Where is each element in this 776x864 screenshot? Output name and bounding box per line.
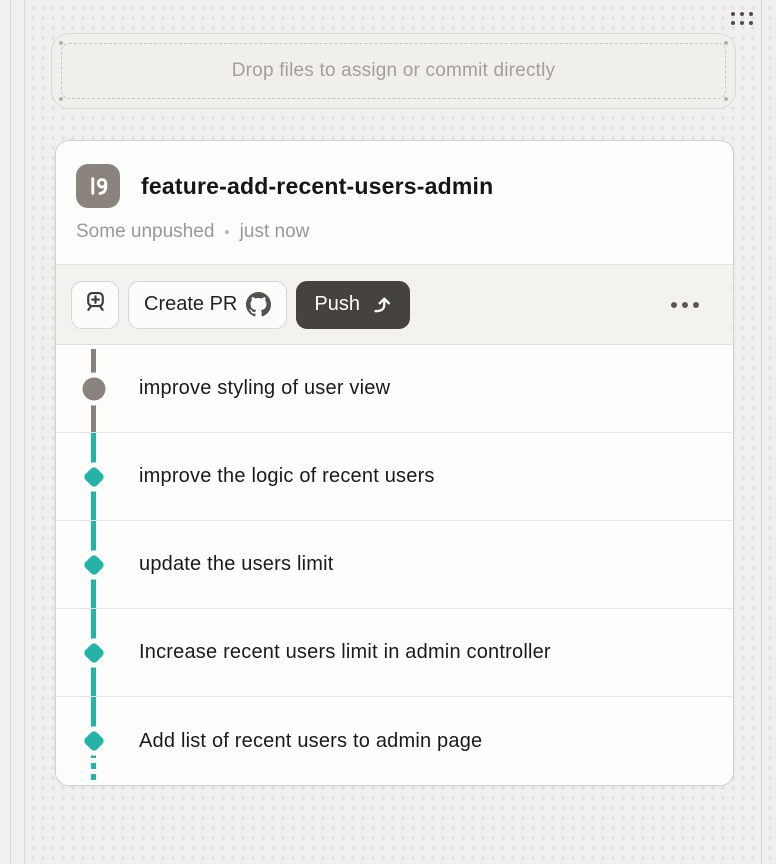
ellipsis-icon [671, 302, 699, 308]
meta-separator: • [224, 224, 229, 241]
drop-zone[interactable]: Drop files to assign or commit directly [51, 33, 736, 109]
drop-zone-label: Drop files to assign or commit directly [232, 60, 556, 82]
drop-zone-dashed-area: Drop files to assign or commit directly [61, 43, 726, 99]
push-status-text: Some unpushed [76, 221, 214, 243]
last-commit-time: just now [240, 221, 310, 243]
branch-toolbar: Create PR Push [56, 264, 733, 345]
pushed-commit-diamond-icon [82, 465, 105, 488]
corner-dot [724, 41, 728, 45]
adjacent-lane-edge [762, 0, 773, 864]
branch-lane: Drop files to assign or commit directly … [25, 0, 762, 864]
push-button[interactable]: Push [296, 281, 410, 329]
drag-handle-icon[interactable] [731, 12, 753, 25]
collapsed-panel-left[interactable] [0, 0, 11, 864]
branch-card: feature-add-recent-users-admin Some unpu… [55, 140, 734, 786]
corner-dot [59, 97, 63, 101]
branch-title[interactable]: feature-add-recent-users-admin [141, 173, 493, 200]
commit-row[interactable]: improve styling of user view [56, 345, 733, 433]
local-commit-dot-icon [82, 377, 105, 400]
pushed-commit-diamond-icon [82, 641, 105, 664]
create-pr-button[interactable]: Create PR [128, 281, 287, 329]
commit-message: Add list of recent users to admin page [139, 730, 482, 753]
commit-row[interactable]: update the users limit [56, 521, 733, 609]
github-icon [246, 292, 271, 317]
commit-row[interactable]: improve the logic of recent users [56, 433, 733, 521]
commit-message: Increase recent users limit in admin con… [139, 641, 551, 664]
commit-message: improve styling of user view [139, 377, 390, 400]
branch-header: feature-add-recent-users-admin Some unpu… [56, 141, 733, 264]
pushed-commit-diamond-icon [82, 730, 105, 753]
pushed-commit-diamond-icon [82, 553, 105, 576]
commit-row[interactable]: Increase recent users limit in admin con… [56, 609, 733, 697]
commit-row[interactable]: Add list of recent users to admin page [56, 697, 733, 785]
commit-list: improve styling of user view improve the… [56, 345, 733, 785]
branch-icon [76, 164, 120, 208]
commit-message: improve the logic of recent users [139, 465, 435, 488]
collapsed-panel-left-2[interactable] [11, 0, 25, 864]
branch-menu-button[interactable] [663, 294, 707, 316]
push-label: Push [314, 293, 360, 316]
new-commit-button[interactable] [71, 281, 119, 329]
corner-dot [59, 41, 63, 45]
branch-meta: Some unpushed • just now [76, 221, 713, 243]
corner-dot [724, 97, 728, 101]
arrow-up-icon [370, 294, 392, 316]
commit-message: update the users limit [139, 553, 334, 576]
create-pr-label: Create PR [144, 293, 237, 316]
new-commit-icon [83, 289, 108, 320]
